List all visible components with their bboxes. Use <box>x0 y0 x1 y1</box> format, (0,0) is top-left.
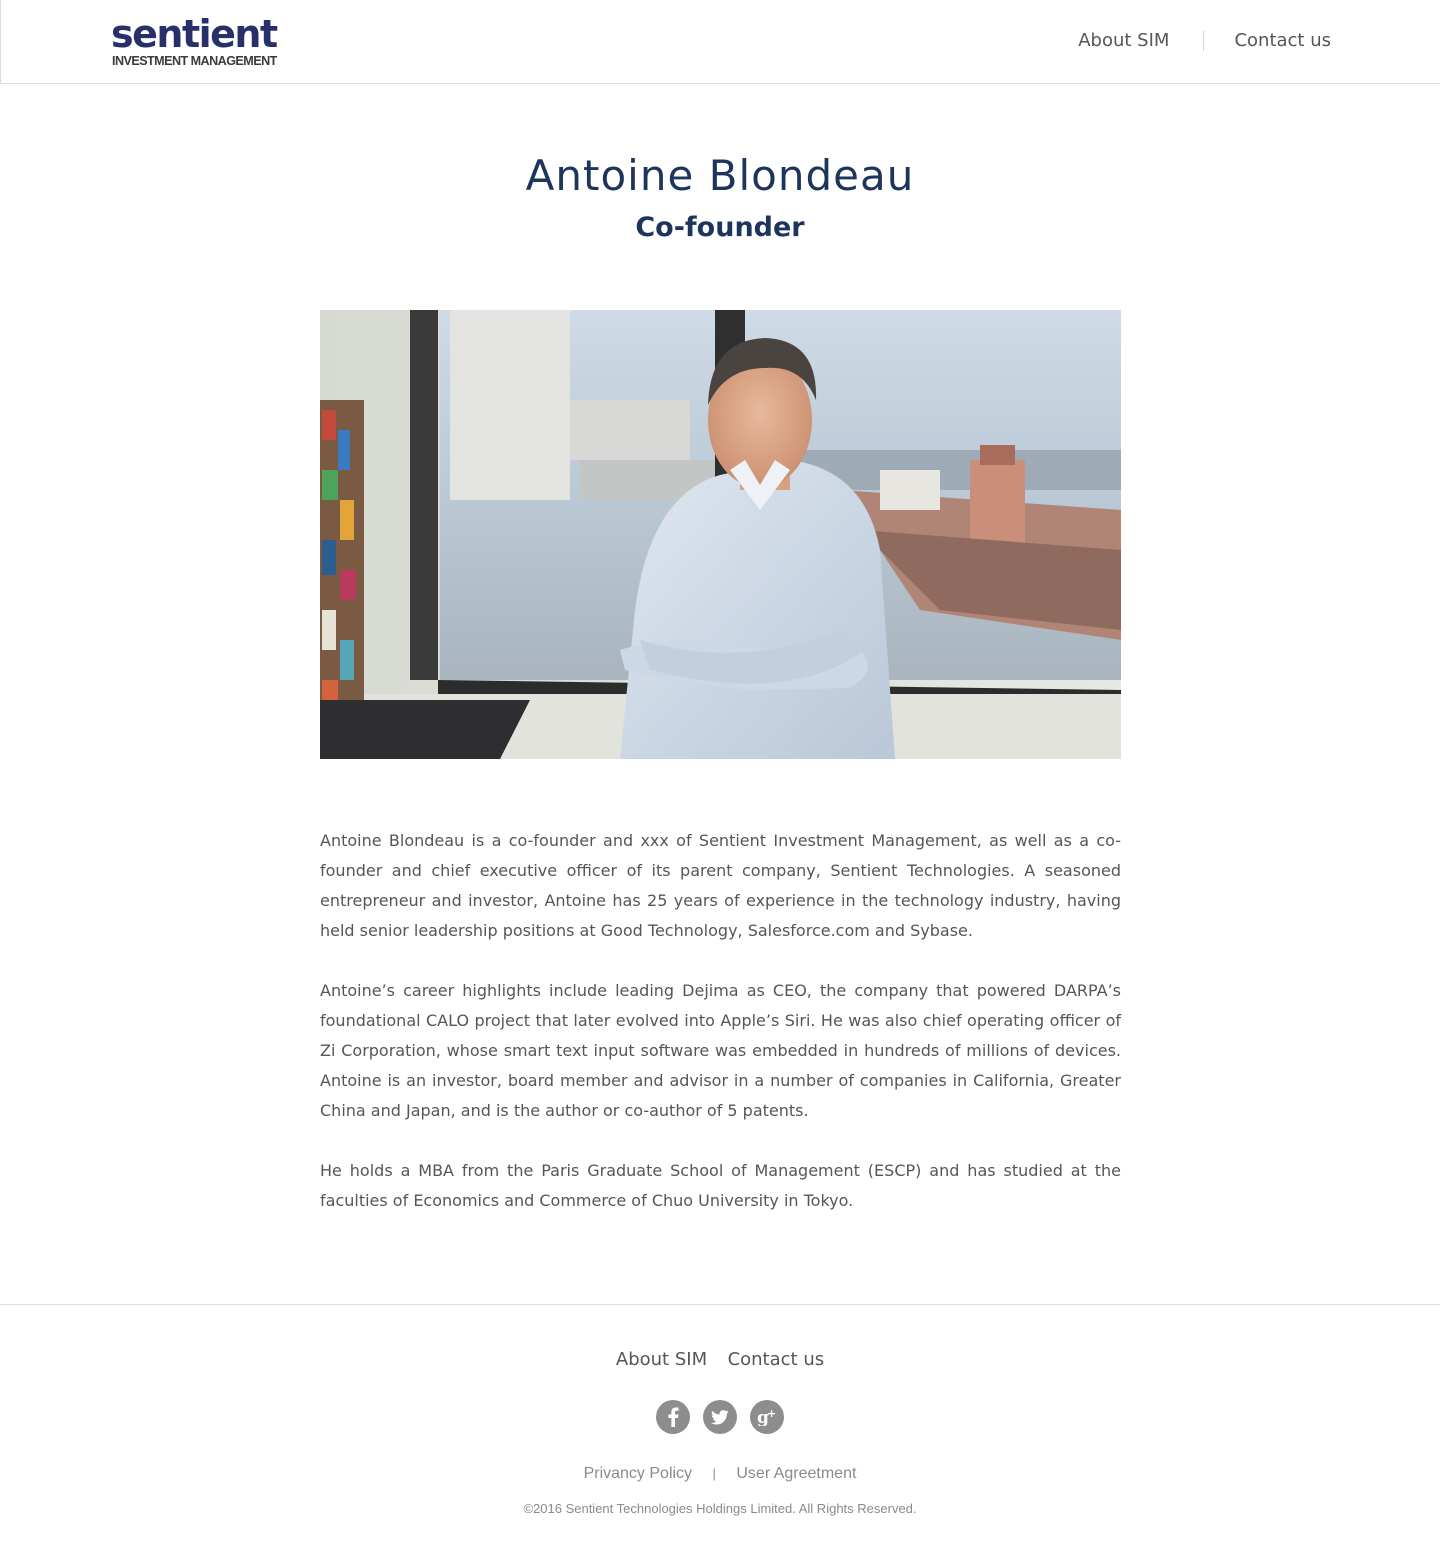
profile-role: Co-founder <box>635 212 805 243</box>
profile-name: Antoine Blondeau <box>525 151 915 200</box>
footer-nav: About SIM Contact us <box>0 1349 1440 1370</box>
nav-divider <box>1203 31 1205 51</box>
sentient-logo[interactable]: sentient INVESTMENT MANAGEMENT <box>111 12 286 70</box>
legal-separator: | <box>712 1466 716 1481</box>
bio-paragraph: Antoine Blondeau is a co-founder and xxx… <box>320 831 1121 940</box>
profile-bio: Antoine Blondeau is a co-founder and xxx… <box>320 826 1121 1246</box>
legal-links: Privancy Policy | User Agreetment <box>0 1465 1440 1483</box>
google-plus-icon[interactable]: g + <box>750 1400 784 1434</box>
footer-link-contact-us[interactable]: Contact us <box>728 1349 825 1370</box>
footer-link-about-sim[interactable]: About SIM <box>616 1349 707 1370</box>
portrait-illustration <box>320 310 1121 759</box>
nav-contact-us[interactable]: Contact us <box>1234 30 1331 52</box>
twitter-icon[interactable] <box>703 1400 737 1434</box>
svg-text:+: + <box>767 1408 776 1420</box>
nav-about-sim[interactable]: About SIM <box>1078 30 1169 52</box>
copyright-text: ©2016 Sentient Technologies Holdings Lim… <box>523 1501 917 1516</box>
header-nav: About SIM Contact us <box>1078 30 1331 52</box>
social-links: g + <box>0 1400 1440 1434</box>
bio-paragraph: He holds a MBA from the Paris Graduate S… <box>320 1161 1121 1210</box>
site-footer: About SIM Contact us g + Privancy Policy … <box>0 1304 1440 1547</box>
user-agreement-link[interactable]: User Agreetment <box>736 1465 856 1482</box>
bio-paragraph: Antoine’s career highlights include lead… <box>320 981 1121 1120</box>
logo-wordmark: sentient <box>111 12 278 56</box>
logo-tagline: INVESTMENT MANAGEMENT <box>112 54 277 68</box>
site-header: sentient INVESTMENT MANAGEMENT About SIM… <box>0 0 1440 84</box>
privacy-policy-link[interactable]: Privancy Policy <box>584 1465 692 1482</box>
profile-photo <box>320 310 1121 759</box>
facebook-icon[interactable] <box>656 1400 690 1434</box>
